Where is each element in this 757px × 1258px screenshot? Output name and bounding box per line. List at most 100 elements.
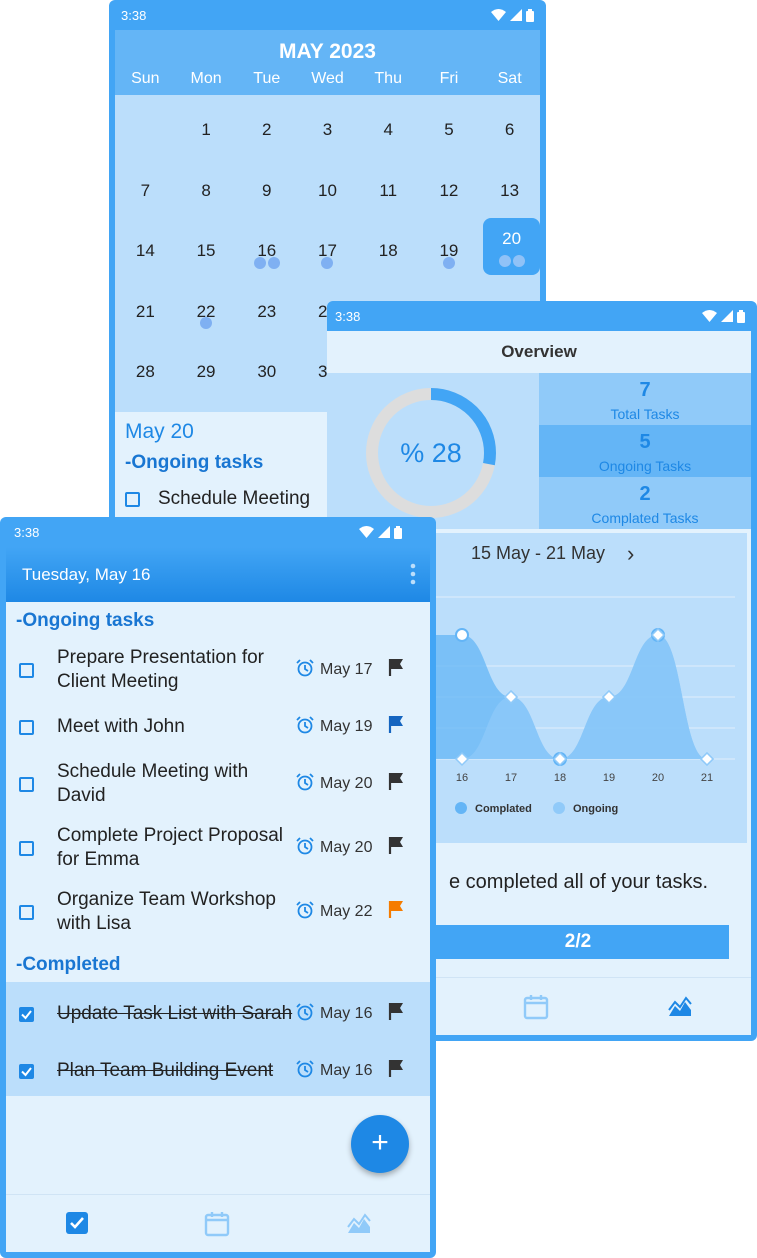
task-due-date: May 20 xyxy=(320,839,373,856)
task-checkbox[interactable] xyxy=(19,719,34,735)
data-point xyxy=(699,751,715,767)
wifi-icon xyxy=(359,526,374,538)
calendar-day[interactable]: 5 xyxy=(419,95,480,156)
list-item[interactable]: Plan Team Building Event May 16 xyxy=(6,1046,430,1096)
weekday-row: Sun Mon Tue Wed Thu Fri Sat xyxy=(115,70,540,88)
checkbox-icon[interactable] xyxy=(65,1211,89,1235)
more-vert-icon[interactable] xyxy=(410,563,416,585)
chart-icon[interactable] xyxy=(346,1211,372,1237)
calendar-day[interactable]: 4 xyxy=(358,95,419,156)
app-bar-title: Tuesday, May 16 xyxy=(22,564,151,584)
flag-icon[interactable] xyxy=(388,715,404,739)
status-icons xyxy=(702,309,745,323)
task-due: May 16 xyxy=(296,1002,372,1026)
calendar-day[interactable]: 6 xyxy=(479,95,540,156)
task-dots xyxy=(483,254,540,267)
calendar-day[interactable]: 23 xyxy=(236,277,297,338)
task-due: May 16 xyxy=(296,1059,372,1083)
task-due: May 20 xyxy=(296,772,372,796)
calendar-day[interactable]: 9 xyxy=(236,156,297,217)
flag-icon[interactable] xyxy=(388,658,404,682)
task-dot xyxy=(442,256,455,269)
calendar-day[interactable]: 1 xyxy=(176,95,237,156)
calendar-day[interactable]: 17 xyxy=(297,216,358,277)
status-time: 3:38 xyxy=(121,7,147,23)
calendar-day[interactable]: 29 xyxy=(176,337,237,398)
task-dot xyxy=(498,254,511,267)
task-title: Update Task List with Sarah xyxy=(57,1003,293,1024)
calendar-day[interactable]: 28 xyxy=(115,337,176,398)
completion-message: e completed all of your tasks. xyxy=(449,871,709,893)
calendar-icon[interactable] xyxy=(523,994,549,1020)
calendar-day[interactable]: 3 xyxy=(297,95,358,156)
signal-icon xyxy=(378,526,390,538)
calendar-day[interactable]: 22 xyxy=(176,277,237,338)
calendar-icon[interactable] xyxy=(204,1211,230,1237)
calendar-day[interactable]: 14 xyxy=(115,216,176,277)
flag-icon[interactable] xyxy=(388,1002,404,1026)
day-number: 8 xyxy=(201,180,211,200)
status-bar: 3:38 xyxy=(327,301,757,331)
calendar-day[interactable]: 15 xyxy=(176,216,237,277)
task-checkbox[interactable] xyxy=(19,840,34,856)
section-title: -Completed xyxy=(16,954,121,975)
calendar-day[interactable]: 30 xyxy=(236,337,297,398)
task-checkbox[interactable] xyxy=(19,904,34,920)
percent-label: % 28 xyxy=(400,437,462,468)
list-item[interactable]: Organize Team Workshop with Lisa May 22 xyxy=(6,880,430,944)
calendar-month-title[interactable]: MAY 2023 xyxy=(115,30,540,70)
calendar-day[interactable]: 7 xyxy=(115,156,176,217)
task-checkbox[interactable] xyxy=(19,1063,34,1079)
list-item[interactable]: Meet with John May 19 xyxy=(6,702,430,752)
weekday-label: Thu xyxy=(374,70,402,87)
calendar-day[interactable]: 18 xyxy=(358,216,419,277)
flag-icon[interactable] xyxy=(388,772,404,796)
calendar-day[interactable]: 19 xyxy=(419,216,480,277)
calendar-day[interactable]: 20 xyxy=(483,218,540,275)
task-dots xyxy=(176,317,237,329)
day-number: 13 xyxy=(500,180,520,200)
legend-swatch xyxy=(553,802,565,814)
flag-icon[interactable] xyxy=(388,900,404,924)
task-checkbox[interactable] xyxy=(19,776,34,792)
calendar-day[interactable]: 2 xyxy=(236,95,297,156)
task-checkbox[interactable] xyxy=(19,1006,34,1022)
calendar-day[interactable]: 13 xyxy=(479,156,540,217)
list-item[interactable]: Complete Project Proposal for Emma May 20 xyxy=(6,816,430,880)
day-number: 14 xyxy=(135,241,155,260)
task-title: Complete Project Proposal for Emma xyxy=(57,825,283,870)
chevron-right-icon[interactable]: › xyxy=(627,541,634,567)
wifi-icon xyxy=(702,310,717,322)
task-checkbox[interactable] xyxy=(19,662,34,678)
day-number: 20 xyxy=(502,229,522,248)
stat-ongoing: 5 Ongoing Tasks xyxy=(539,425,751,477)
data-point xyxy=(455,628,469,642)
weekday-label: Fri xyxy=(439,70,459,87)
stat-total: 7 Total Tasks xyxy=(539,373,751,425)
x-tick-label: 19 xyxy=(603,772,615,784)
x-tick-label: 20 xyxy=(652,772,664,784)
stat-value: 5 xyxy=(639,431,651,453)
day-number: 9 xyxy=(262,180,272,200)
calendar-day[interactable]: 10 xyxy=(297,156,358,217)
task-due: May 17 xyxy=(296,658,372,682)
add-task-button[interactable]: + xyxy=(351,1115,409,1173)
chart-icon[interactable] xyxy=(667,994,693,1020)
calendar-day[interactable]: 8 xyxy=(176,156,237,217)
flag-icon[interactable] xyxy=(388,836,404,860)
flag-icon[interactable] xyxy=(388,1059,404,1083)
alarm-icon xyxy=(296,658,314,682)
list-item[interactable]: Schedule Meeting with David May 20 xyxy=(6,752,430,816)
calendar-day[interactable]: 16 xyxy=(236,216,297,277)
task-checkbox[interactable] xyxy=(125,491,140,507)
calendar-day[interactable]: 12 xyxy=(419,156,480,217)
list-item[interactable]: Update Task List with Sarah May 16 xyxy=(6,982,430,1046)
stat-label: Ongoing Tasks xyxy=(598,458,692,474)
legend-swatch xyxy=(455,802,467,814)
day-number: 4 xyxy=(383,120,393,139)
list-item[interactable]: Prepare Presentation for Client Meeting M… xyxy=(6,638,430,702)
weekday-label: Sat xyxy=(497,70,522,87)
calendar-day[interactable]: 21 xyxy=(115,277,176,338)
calendar-day[interactable]: 11 xyxy=(358,156,419,217)
task-title: Schedule Meeting with David xyxy=(57,761,249,806)
